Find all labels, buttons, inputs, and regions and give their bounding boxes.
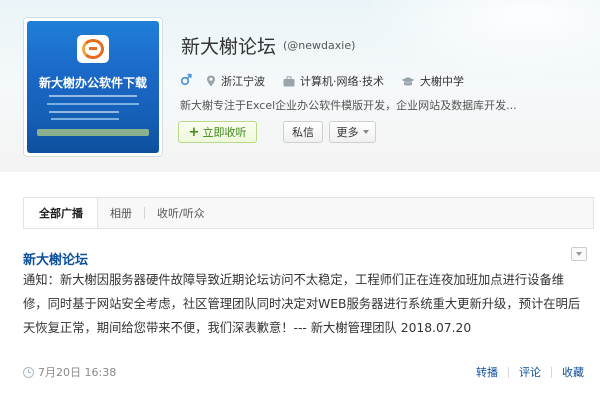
logo-icon	[77, 35, 109, 63]
more-button[interactable]: 更多	[329, 121, 376, 143]
comment-link[interactable]: 评论	[519, 364, 541, 380]
avatar-image: 新大榭办公软件下载	[27, 21, 159, 153]
repost-link[interactable]: 转播	[476, 364, 498, 380]
message-button[interactable]: 私信	[283, 121, 323, 143]
school: 大榭中学	[401, 73, 464, 89]
feed-tabs: 全部广播 相册 收听/听众	[23, 197, 594, 229]
clock-icon	[23, 366, 34, 378]
post-time[interactable]: 7月20日 16:38	[23, 364, 116, 380]
follow-button[interactable]: + 立即收听	[178, 121, 257, 143]
post-actions: 转播 评论 收藏	[476, 364, 584, 380]
graduation-cap-icon	[401, 76, 415, 87]
post-author[interactable]: 新大榭论坛	[23, 249, 88, 268]
tab-album[interactable]: 相册	[98, 198, 144, 228]
location-text: 浙江宁波	[221, 75, 265, 88]
avatar-banner	[37, 129, 149, 136]
post-menu-toggle[interactable]	[571, 247, 587, 261]
male-icon	[180, 71, 192, 90]
location: 浙江宁波	[206, 73, 265, 89]
school-text: 大榭中学	[420, 75, 464, 88]
post-footer: 7月20日 16:38 转播 评论 收藏	[23, 364, 594, 384]
profile-handle: (@newdaxie)	[283, 39, 356, 52]
plus-icon: +	[188, 124, 200, 140]
profile-bio: 新大榭专注于Excel企业办公软件模版开发，企业网站及数据库开发...	[180, 99, 517, 112]
post-text: 通知：新大榭因服务器硬件故障导致近期论坛访问不太稳定，工程师们正在连夜加班加点进…	[23, 273, 581, 335]
briefcase-icon	[283, 75, 295, 87]
industry: 计算机·网络·技术	[283, 73, 384, 89]
tab-all-broadcasts[interactable]: 全部广播	[24, 198, 98, 228]
industry-text: 计算机·网络·技术	[300, 75, 384, 88]
favorite-link[interactable]: 收藏	[562, 364, 584, 380]
profile-name: 新大榭论坛	[181, 36, 277, 58]
tab-followers[interactable]: 收听/听众	[145, 198, 217, 228]
avatar[interactable]: 新大榭办公软件下载	[23, 17, 163, 157]
avatar-title: 新大榭办公软件下载	[38, 76, 147, 90]
location-icon	[206, 75, 216, 87]
chevron-down-icon	[362, 130, 369, 134]
